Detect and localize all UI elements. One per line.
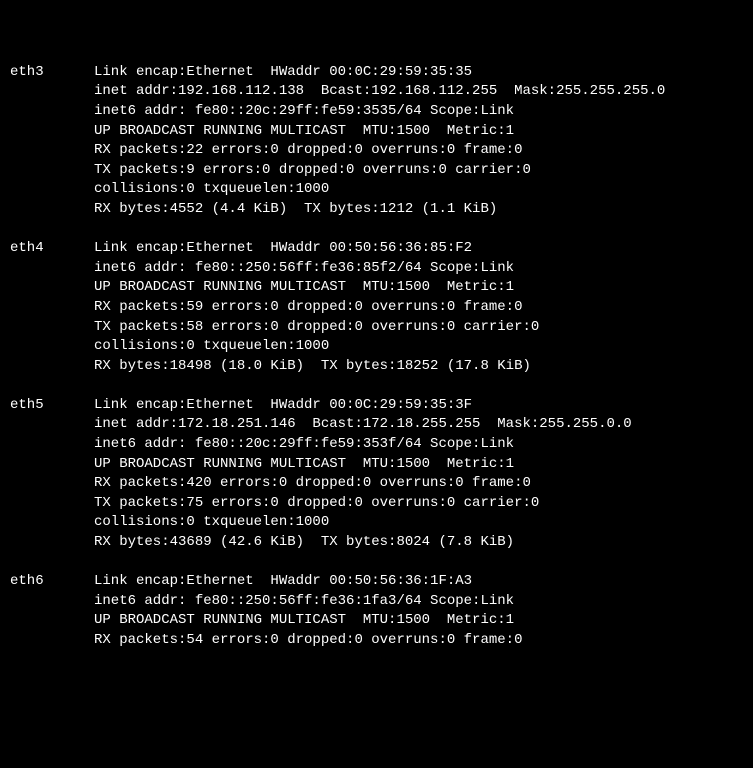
interface-name: eth6 (10, 572, 94, 592)
interface-block-eth3: eth3Link encap:Ethernet HWaddr 00:0C:29:… (10, 63, 743, 220)
interface-line: Link encap:Ethernet HWaddr 00:50:56:36:8… (94, 239, 539, 259)
interface-line: collisions:0 txqueuelen:1000 (94, 513, 632, 533)
interface-block-eth4: eth4Link encap:Ethernet HWaddr 00:50:56:… (10, 239, 743, 376)
interface-body: Link encap:Ethernet HWaddr 00:0C:29:59:3… (94, 396, 632, 553)
interface-line: TX packets:58 errors:0 dropped:0 overrun… (94, 318, 539, 338)
interface-line: TX packets:75 errors:0 dropped:0 overrun… (94, 494, 632, 514)
interface-line: Link encap:Ethernet HWaddr 00:0C:29:59:3… (94, 63, 665, 83)
terminal-output: eth3Link encap:Ethernet HWaddr 00:0C:29:… (10, 63, 743, 651)
interface-line: RX bytes:43689 (42.6 KiB) TX bytes:8024 … (94, 533, 632, 553)
interface-line: RX packets:54 errors:0 dropped:0 overrun… (94, 631, 522, 651)
interface-line: UP BROADCAST RUNNING MULTICAST MTU:1500 … (94, 455, 632, 475)
interface-line: inet6 addr: fe80::20c:29ff:fe59:353f/64 … (94, 435, 632, 455)
interface-line: UP BROADCAST RUNNING MULTICAST MTU:1500 … (94, 278, 539, 298)
interface-line: RX packets:420 errors:0 dropped:0 overru… (94, 474, 632, 494)
interface-line: collisions:0 txqueuelen:1000 (94, 337, 539, 357)
interface-block-eth6: eth6Link encap:Ethernet HWaddr 00:50:56:… (10, 572, 743, 650)
interface-name: eth3 (10, 63, 94, 83)
interface-line: Link encap:Ethernet HWaddr 00:50:56:36:1… (94, 572, 522, 592)
interface-line: RX packets:22 errors:0 dropped:0 overrun… (94, 141, 665, 161)
interface-body: Link encap:Ethernet HWaddr 00:50:56:36:8… (94, 239, 539, 376)
interface-body: Link encap:Ethernet HWaddr 00:50:56:36:1… (94, 572, 522, 650)
interface-line: Link encap:Ethernet HWaddr 00:0C:29:59:3… (94, 396, 632, 416)
interface-line: inet6 addr: fe80::20c:29ff:fe59:3535/64 … (94, 102, 665, 122)
interface-line: collisions:0 txqueuelen:1000 (94, 180, 665, 200)
interface-line: UP BROADCAST RUNNING MULTICAST MTU:1500 … (94, 122, 665, 142)
interface-name: eth4 (10, 239, 94, 259)
interface-line: inet6 addr: fe80::250:56ff:fe36:85f2/64 … (94, 259, 539, 279)
interface-line: RX packets:59 errors:0 dropped:0 overrun… (94, 298, 539, 318)
interface-line: inet6 addr: fe80::250:56ff:fe36:1fa3/64 … (94, 592, 522, 612)
interface-line: inet addr:172.18.251.146 Bcast:172.18.25… (94, 415, 632, 435)
interface-line: TX packets:9 errors:0 dropped:0 overruns… (94, 161, 665, 181)
interface-body: Link encap:Ethernet HWaddr 00:0C:29:59:3… (94, 63, 665, 220)
interface-line: RX bytes:4552 (4.4 KiB) TX bytes:1212 (1… (94, 200, 665, 220)
interface-line: inet addr:192.168.112.138 Bcast:192.168.… (94, 82, 665, 102)
interface-line: UP BROADCAST RUNNING MULTICAST MTU:1500 … (94, 611, 522, 631)
interface-line: RX bytes:18498 (18.0 KiB) TX bytes:18252… (94, 357, 539, 377)
interface-name: eth5 (10, 396, 94, 416)
interface-block-eth5: eth5Link encap:Ethernet HWaddr 00:0C:29:… (10, 396, 743, 553)
